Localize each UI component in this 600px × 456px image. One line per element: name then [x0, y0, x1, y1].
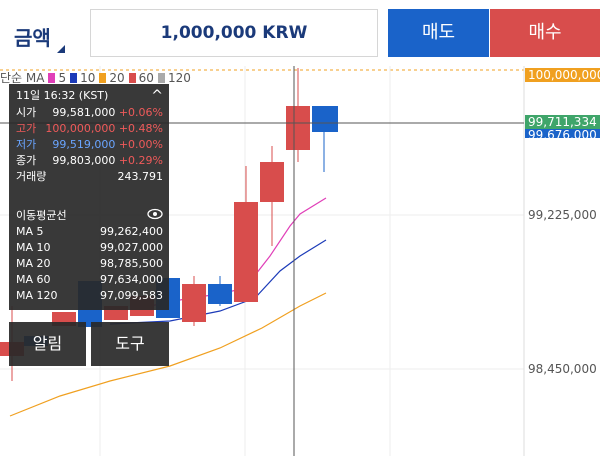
info-value: 99,262,400	[100, 225, 163, 238]
info-value: 97,634,000	[100, 273, 163, 286]
info-value: 99,581,000	[52, 106, 116, 119]
ma-title-row: 이동평균선	[16, 208, 163, 224]
legend-item: 60	[138, 70, 154, 85]
legend-swatch	[128, 72, 136, 83]
info-key: 저가	[16, 138, 37, 151]
info-value: 98,785,500	[100, 257, 163, 270]
info-value: 243.791	[117, 170, 164, 183]
info-change: +0.48%	[118, 122, 163, 135]
ma-section-title: 이동평균선	[16, 209, 67, 222]
info-change: +0.06%	[118, 106, 163, 119]
price-label-crosshair: 99,711,334	[525, 115, 600, 129]
ma5-row: MA 5 99,262,400	[16, 224, 163, 240]
info-time-row: 11일 16:32 (KST) ^	[16, 88, 163, 104]
info-value: 99,519,000	[52, 138, 116, 151]
info-volume-row: 거래량 243.791	[16, 169, 163, 185]
legend-swatch	[70, 72, 78, 83]
info-key: 종가	[16, 154, 37, 167]
info-change: +0.29%	[118, 154, 163, 167]
info-key: 시가	[16, 106, 37, 119]
ma120-row: MA 120 97,099,583	[16, 288, 163, 304]
price-label-high: 100,000,000	[525, 68, 600, 82]
price-label: 99,225,000	[528, 208, 597, 222]
candle-info-panel: 11일 16:32 (KST) ^ 시가 99,581,000 +0.06% 고…	[9, 84, 169, 310]
info-value: 99,027,000	[100, 241, 163, 254]
legend-swatch	[157, 72, 165, 83]
ma-legend[interactable]: 단순 MA 5 10 20 60 120	[0, 69, 191, 86]
info-value: 99,803,000	[52, 154, 116, 167]
info-change: +0.00%	[118, 138, 163, 151]
info-open-row: 시가 99,581,000 +0.06%	[16, 105, 163, 121]
legend-swatch	[48, 72, 56, 83]
candle	[312, 106, 338, 132]
candle	[182, 284, 206, 322]
order-header: 금액 1,000,000 KRW 매도 매수	[0, 0, 600, 68]
legend-swatch	[99, 72, 107, 83]
eye-icon[interactable]	[147, 208, 163, 225]
info-high-row: 고가 100,000,000 +0.48%	[16, 121, 163, 137]
collapse-chevron-icon[interactable]: ^	[151, 88, 163, 104]
info-value: 97,099,583	[100, 289, 163, 302]
candle	[234, 202, 258, 302]
info-key: MA 5	[16, 225, 44, 238]
info-close-row: 종가 99,803,000 +0.29%	[16, 153, 163, 169]
info-low-row: 저가 99,519,000 +0.00%	[16, 137, 163, 153]
info-key: 고가	[16, 122, 37, 135]
info-key: MA 120	[16, 289, 58, 302]
ma60-row: MA 60 97,634,000	[16, 272, 163, 288]
price-label: 98,450,000	[528, 362, 597, 376]
info-key: MA 10	[16, 241, 51, 254]
sell-button[interactable]: 매도	[388, 9, 489, 57]
candle	[208, 284, 232, 304]
info-key: 거래량	[16, 170, 47, 183]
amount-type-selector[interactable]: 금액	[14, 22, 51, 51]
dropdown-corner-icon[interactable]	[57, 45, 65, 53]
ma10-row: MA 10 99,027,000	[16, 240, 163, 256]
amount-input[interactable]: 1,000,000 KRW	[90, 9, 378, 57]
info-key: MA 60	[16, 273, 51, 286]
legend-item: 5	[58, 70, 67, 85]
candle	[286, 106, 310, 150]
ma20-row: MA 20 98,785,500	[16, 256, 163, 272]
legend-item: 10	[80, 70, 96, 85]
candle	[260, 162, 284, 202]
info-value: 100,000,000	[45, 122, 116, 135]
tools-button[interactable]: 도구	[91, 322, 169, 366]
alert-button[interactable]: 알림	[9, 322, 86, 366]
legend-item: 120	[167, 70, 191, 85]
info-time: 11일 16:32 (KST)	[16, 89, 109, 102]
buy-button[interactable]: 매수	[490, 9, 600, 57]
legend-item: 20	[109, 70, 125, 85]
info-key: MA 20	[16, 257, 51, 270]
